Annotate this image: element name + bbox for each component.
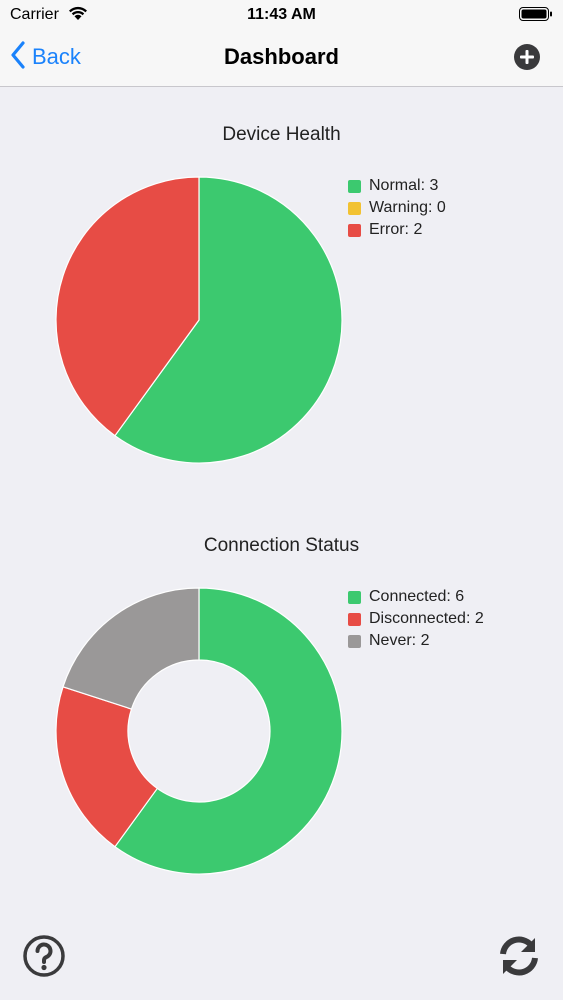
battery-icon xyxy=(519,6,553,27)
status-time: 11:43 AM xyxy=(247,6,316,23)
refresh-button[interactable] xyxy=(497,934,541,978)
legend-item-connected: Connected: 6 xyxy=(348,586,484,608)
legend-label: Warning: 0 xyxy=(369,199,446,216)
plus-circle-icon xyxy=(513,44,541,75)
legend-item-error: Error: 2 xyxy=(348,219,446,241)
legend-label: Connected: 6 xyxy=(369,588,465,605)
legend-swatch xyxy=(348,201,361,215)
device-health-legend: Normal: 3 Warning: 0 Error: 2 xyxy=(348,175,446,241)
legend-label: Never: 2 xyxy=(369,632,430,649)
add-button[interactable] xyxy=(513,43,541,71)
connection-status-legend: Connected: 6 Disconnected: 2 Never: 2 xyxy=(348,586,484,652)
legend-item-warning: Warning: 0 xyxy=(348,197,446,219)
refresh-icon xyxy=(497,936,541,982)
page-title: Dashboard xyxy=(224,44,339,69)
legend-item-disconnected: Disconnected: 2 xyxy=(348,608,484,630)
legend-swatch xyxy=(348,634,361,648)
navigation-bar: Back Dashboard xyxy=(0,30,563,87)
legend-item-normal: Normal: 3 xyxy=(348,175,446,197)
legend-swatch xyxy=(348,612,361,626)
status-bar: Carrier 11:43 AM xyxy=(0,0,563,30)
chart-title-connection-status: Connection Status xyxy=(203,535,360,556)
help-button[interactable] xyxy=(22,934,66,978)
chart-title-device-health: Device Health xyxy=(222,124,341,145)
legend-label: Normal: 3 xyxy=(369,177,439,194)
legend-swatch xyxy=(348,179,361,193)
question-circle-icon xyxy=(22,935,66,982)
pie-slice-never xyxy=(62,587,200,710)
legend-label: Disconnected: 2 xyxy=(369,610,484,627)
device-health-pie-chart xyxy=(55,176,343,464)
legend-swatch xyxy=(348,223,361,237)
legend-label: Error: 2 xyxy=(369,221,423,238)
legend-swatch xyxy=(348,590,361,604)
legend-item-never: Never: 2 xyxy=(348,630,484,652)
